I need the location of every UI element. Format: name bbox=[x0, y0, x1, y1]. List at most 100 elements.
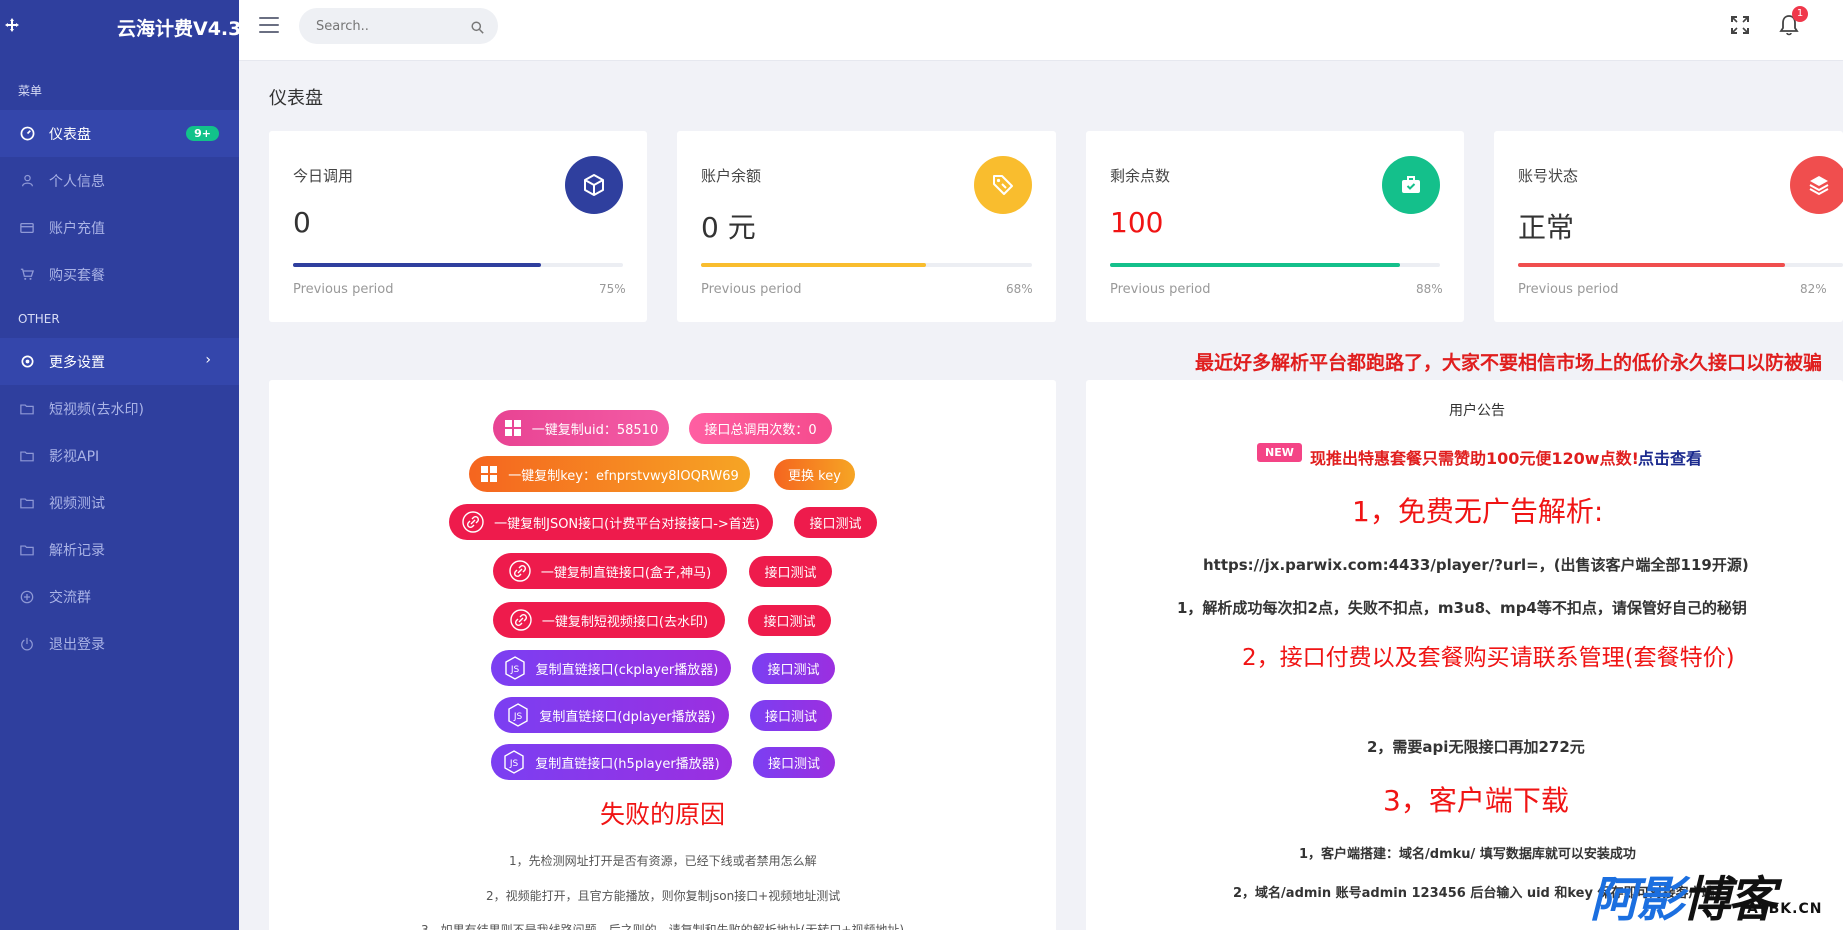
stat-value: 0 元 bbox=[701, 211, 756, 244]
test-ckplayer-button[interactable]: 接口测试 bbox=[752, 653, 835, 684]
fullscreen-icon[interactable] bbox=[1730, 15, 1750, 39]
watermark-logo: 阿影博客 bbox=[1590, 860, 1776, 930]
promo-link[interactable]: 点击查看 bbox=[1638, 445, 1702, 469]
nodejs-icon: JS bbox=[507, 703, 529, 727]
button-label: 更换 key bbox=[788, 469, 841, 484]
stat-value: 正常 bbox=[1518, 211, 1575, 244]
api-price-line: 2，需要api无限接口再加272元 bbox=[1367, 738, 1585, 756]
sidebar-item-profile[interactable]: 个人信息 bbox=[0, 157, 239, 204]
notification-badge: 1 bbox=[1792, 6, 1808, 22]
button-label: 一键复制直链接口(盒子,神马) bbox=[540, 565, 712, 581]
sidebar-item-recharge[interactable]: 账户充值 bbox=[0, 204, 239, 251]
folder-icon bbox=[19, 401, 35, 417]
sidebar-item-dashboard[interactable]: 仪表盘 9+ bbox=[0, 110, 239, 157]
percent-label: 68% bbox=[1006, 282, 1033, 296]
stat-value: 0 bbox=[293, 206, 311, 239]
dashboard-icon bbox=[19, 126, 35, 142]
count-badge: 9+ bbox=[186, 126, 219, 141]
copy-uid-button[interactable]: 一键复制uid：58510 bbox=[493, 410, 669, 446]
svg-text:JS: JS bbox=[509, 665, 519, 675]
test-h5player-button[interactable]: 接口测试 bbox=[753, 747, 835, 778]
stat-label: 账户余额 bbox=[701, 167, 762, 185]
sidebar: 云海计费V4.3 菜单 仪表盘 9+ 个人信息 账户充值 购买套餐 OTHER … bbox=[0, 0, 242, 930]
layers-icon bbox=[1790, 156, 1843, 214]
progress-fill bbox=[701, 263, 927, 267]
folder-icon bbox=[19, 542, 35, 558]
previous-period-label: Previous period bbox=[701, 282, 802, 297]
credit-card-icon bbox=[19, 220, 35, 236]
progress-fill bbox=[1110, 263, 1401, 267]
button-label: 一键复制key：efnprstvwy8IOQRW69 bbox=[508, 468, 739, 484]
search-input[interactable] bbox=[299, 8, 459, 44]
change-key-button[interactable]: 更换 key bbox=[774, 459, 855, 490]
search-icon[interactable] bbox=[471, 19, 484, 38]
promo-text: 现推出特惠套餐只需赞助100元便120w点数! bbox=[1310, 449, 1639, 468]
app-title: 云海计费V4.3 bbox=[117, 18, 242, 40]
scrolling-notice: 最近好多解析平台都跑路了，大家不要相信市场上的低价永久接口以防被骗 bbox=[1195, 352, 1823, 374]
sidebar-item-group[interactable]: 交流群 bbox=[0, 573, 239, 620]
billing-rule-line: 1，解析成功每次扣2点，失败不扣点，m3u8、mp4等不扣点，请保管好自己的秘钥 bbox=[1177, 599, 1747, 617]
button-label: 复制直链接口(h5player播放器) bbox=[535, 756, 720, 772]
svg-text:JS: JS bbox=[513, 712, 523, 722]
sidebar-item-more-settings[interactable]: 更多设置 › bbox=[0, 338, 239, 385]
other-header: OTHER bbox=[18, 312, 60, 326]
test-direct-button[interactable]: 接口测试 bbox=[749, 556, 832, 587]
sidebar-item-buy-package[interactable]: 购买套餐 bbox=[0, 251, 239, 298]
copy-direct-button[interactable]: 一键复制直链接口(盒子,神马) bbox=[493, 553, 727, 589]
sidebar-item-label: 退出登录 bbox=[49, 636, 105, 653]
copy-key-button[interactable]: 一键复制key：efnprstvwy8IOQRW69 bbox=[469, 456, 750, 492]
sidebar-item-logout[interactable]: 退出登录 bbox=[0, 620, 239, 667]
watermark-text: 博客 bbox=[1682, 872, 1776, 928]
button-label: 接口测试 bbox=[764, 710, 817, 725]
briefcase-icon bbox=[1382, 156, 1440, 214]
test-json-button[interactable]: 接口测试 bbox=[794, 507, 877, 538]
progress-bar bbox=[1110, 263, 1440, 267]
percent-label: 82% bbox=[1800, 282, 1827, 296]
gear-icon bbox=[19, 354, 35, 370]
stat-label: 今日调用 bbox=[293, 167, 354, 185]
notice-title: 用户公告 bbox=[1449, 403, 1505, 419]
bell-icon[interactable]: 1 bbox=[1779, 6, 1808, 40]
sidebar-item-parse-log[interactable]: 解析记录 bbox=[0, 526, 239, 573]
stat-card-today-calls: 今日调用 0 Previous period 75% bbox=[269, 131, 647, 322]
sidebar-item-label: 解析记录 bbox=[49, 542, 105, 559]
link-icon bbox=[509, 560, 531, 582]
sidebar-item-movie-api[interactable]: 影视API bbox=[0, 432, 239, 479]
percent-label: 88% bbox=[1416, 282, 1443, 296]
sidebar-item-label: 个人信息 bbox=[49, 173, 105, 190]
folder-icon bbox=[19, 448, 35, 464]
menu-toggle-icon[interactable] bbox=[259, 17, 279, 33]
sidebar-item-short-video[interactable]: 短视频(去水印) bbox=[0, 385, 239, 432]
watermark-domain: AYBK.CN bbox=[1747, 901, 1823, 917]
plus-circle-icon bbox=[19, 589, 35, 605]
stat-label: 账号状态 bbox=[1518, 167, 1579, 185]
sidebar-item-label: 账户充值 bbox=[49, 220, 105, 237]
move-icon[interactable] bbox=[4, 17, 22, 35]
button-label: 接口测试 bbox=[767, 757, 820, 772]
sidebar-item-label: 更多设置 bbox=[49, 354, 105, 371]
sidebar-item-label: 短视频(去水印) bbox=[49, 401, 144, 418]
copy-h5player-button[interactable]: JS 复制直链接口(h5player播放器) bbox=[491, 744, 732, 780]
notice-heading-3: 3，客户端下载 bbox=[1383, 784, 1569, 817]
copy-ckplayer-button[interactable]: JS 复制直链接口(ckplayer播放器) bbox=[491, 650, 731, 686]
copy-short-video-button[interactable]: 一键复制短视频接口(去水印) bbox=[493, 602, 725, 638]
power-icon bbox=[19, 636, 35, 652]
total-calls-button[interactable]: 接口总调用次数：0 bbox=[689, 413, 832, 444]
test-dplayer-button[interactable]: 接口测试 bbox=[750, 700, 832, 731]
button-label: 接口总调用次数：0 bbox=[704, 423, 817, 438]
sidebar-item-label: 影视API bbox=[49, 448, 100, 465]
test-short-video-button[interactable]: 接口测试 bbox=[748, 605, 831, 636]
copy-json-button[interactable]: 一键复制JSON接口(计费平台对接接口->首选) bbox=[449, 504, 773, 540]
grid-icon bbox=[480, 465, 498, 483]
failure-reason-line: 3，如果有结果则不是我线路问题，后之则的，请复制和失败的解析地址(无转口+视频地… bbox=[421, 923, 905, 930]
progress-bar bbox=[701, 263, 1032, 267]
button-label: 接口测试 bbox=[809, 517, 862, 532]
copy-dplayer-button[interactable]: JS 复制直链接口(dplayer播放器) bbox=[494, 697, 729, 733]
stat-card-account-status: 账号状态 正常 Previous period 82% bbox=[1494, 131, 1843, 322]
sidebar-item-video-test[interactable]: 视频测试 bbox=[0, 479, 239, 526]
notice-heading-2: 2，接口付费以及套餐购买请联系管理(套餐特价) bbox=[1242, 645, 1735, 671]
progress-bar bbox=[1518, 263, 1843, 267]
tag-icon bbox=[974, 156, 1032, 214]
button-label: 接口测试 bbox=[763, 615, 816, 630]
new-badge: NEW bbox=[1257, 443, 1302, 462]
